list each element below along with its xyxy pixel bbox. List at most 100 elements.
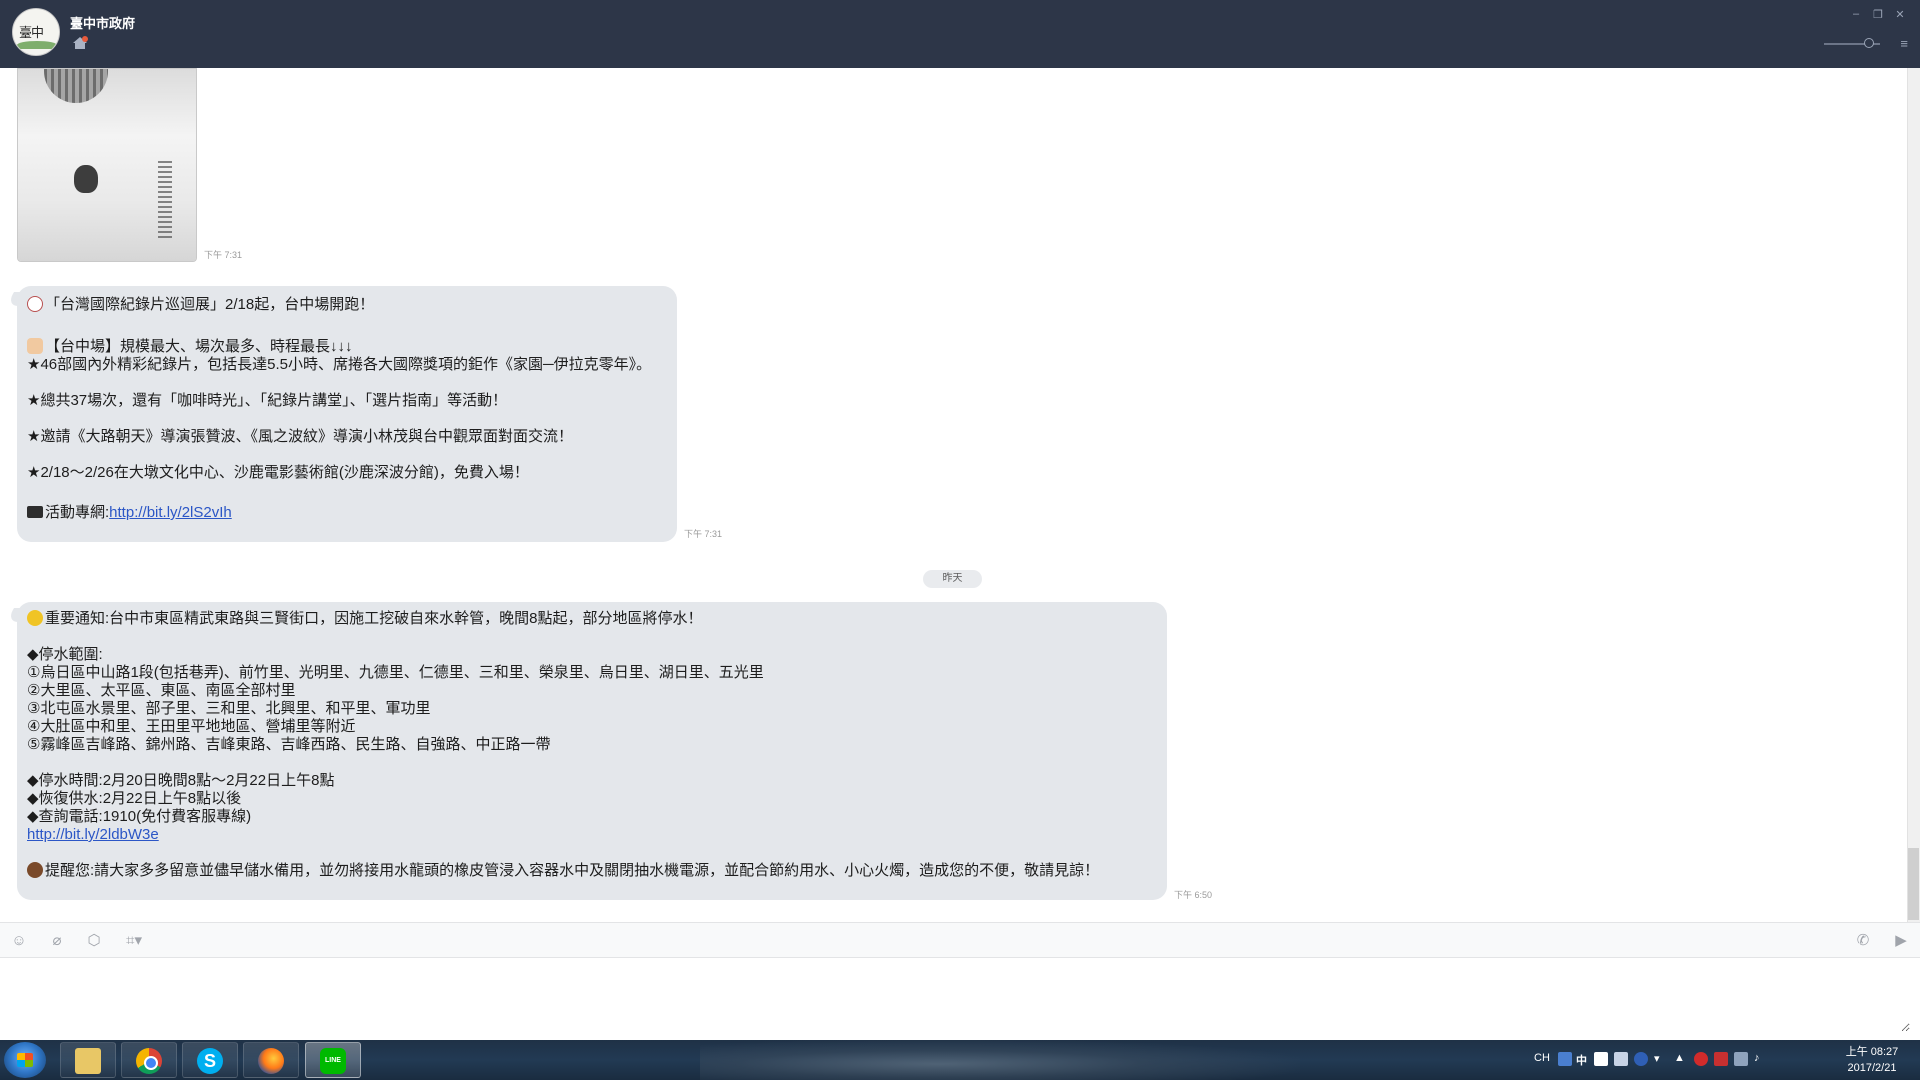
chat-title: 臺中市政府 [70, 16, 136, 31]
message-line: ③北屯區水景里、部子里、三和里、北興里、和平里、軍功里 [27, 700, 431, 717]
home-icon[interactable] [72, 36, 88, 50]
message-line: 重要通知:台中市東區精武東路與三賢街口，因施工挖破自來水幹管，晚間8點起，部分地… [27, 610, 1157, 628]
message-line: 「台灣國際紀錄片巡迴展」2/18起，台中場開跑！ [27, 296, 667, 314]
emoji-icon[interactable]: ☺ [10, 932, 28, 950]
message-line: ④大肚區中和里、王田里平地地區、營埔里等附近 [27, 718, 356, 735]
title-bar: 臺中 臺中市政府 – ❐ ✕ ≡ [0, 0, 1920, 68]
ime-options-icon[interactable]: ▾ [1654, 1052, 1660, 1065]
chat-scrollbar[interactable] [1907, 68, 1920, 922]
poster-vertical-text [158, 161, 172, 241]
victory-emoji-icon [27, 296, 43, 312]
message-line: ⑤霧峰區吉峰路、錦州路、吉峰東路、吉峰西路、民生路、自強路、中正路一帶 [27, 736, 551, 753]
zoom-slider-knob[interactable] [1864, 38, 1874, 48]
message-bubble-documentary[interactable]: 「台灣國際紀錄片巡迴展」2/18起，台中場開跑！ 【台中場】規模最大、場次最多、… [17, 286, 677, 542]
taskbar-clock[interactable]: 上午 08:27 2017/2/21 [1836, 1044, 1908, 1076]
start-button[interactable] [4, 1042, 46, 1078]
lightbulb-emoji-icon [27, 610, 43, 626]
system-tray: CH 中 ▾ ▲ ♪ 上午 08:27 2017/2/21 [1520, 1040, 1920, 1080]
chat-avatar[interactable]: 臺中 [12, 8, 60, 56]
message-line: 活動專網:http://bit.ly/2lS2vIh [27, 504, 667, 522]
input-toolbar: ☺ ⌀ ⬡ ⌗▾ ✆ ▶ [0, 922, 1920, 958]
ime-fullwidth-icon[interactable] [1594, 1052, 1608, 1066]
call-icon[interactable]: ✆ [1854, 932, 1872, 950]
chat-history[interactable]: 下午 7:31 「台灣國際紀錄片巡迴展」2/18起，台中場開跑！ 【台中場】規模… [0, 68, 1920, 922]
event-website-link[interactable]: http://bit.ly/2lS2vIh [109, 504, 232, 521]
poster-image-message[interactable] [17, 68, 197, 262]
message-line: ◆停水範圍: [27, 646, 103, 663]
image-message-time: 下午 7:31 [204, 250, 243, 260]
action-center-flag-icon[interactable] [1714, 1052, 1728, 1066]
water-info-link[interactable]: http://bit.ly/2ldbW3e [27, 826, 159, 843]
screenshot-icon[interactable]: ⌗▾ [120, 932, 148, 950]
message-line: ①烏日區中山路1段(包括巷弄)、前竹里、光明里、九德里、仁德里、三和里、榮泉里、… [27, 664, 764, 681]
message-line: ★邀請《大路朝天》導演張贊波、《風之波紋》導演小林茂與台中觀眾面對面交流！ [27, 428, 573, 445]
message-input[interactable] [10, 966, 1910, 1032]
taskbar-background-art [700, 1040, 1300, 1080]
link-prefix: 活動專網: [45, 504, 110, 521]
windows-taskbar: S LINE CH 中 ▾ ▲ ♪ 上午 08:27 2017/2/21 [0, 1040, 1920, 1080]
ime-mode-icon[interactable] [1558, 1052, 1572, 1066]
message1-time: 下午 7:31 [684, 529, 723, 539]
date-separator: 昨天 [923, 570, 982, 588]
ime-keyboard-icon[interactable] [1614, 1052, 1628, 1066]
scrollbar-thumb[interactable] [1908, 848, 1919, 920]
folder-icon [75, 1048, 101, 1074]
minimize-icon[interactable]: – [1850, 8, 1862, 21]
windows-logo-icon [17, 1053, 33, 1067]
message-text: 「台灣國際紀錄片巡迴展」2/18起，台中場開跑！ [45, 296, 375, 313]
taskbar-app-explorer[interactable] [60, 1042, 116, 1078]
antivirus-icon[interactable] [1694, 1052, 1708, 1066]
taskbar-app-line[interactable]: LINE [305, 1042, 361, 1078]
show-hidden-icons-icon[interactable]: ▲ [1674, 1052, 1685, 1064]
language-indicator[interactable]: CH [1534, 1052, 1550, 1064]
firefox-icon [258, 1048, 284, 1074]
message-line: 【台中場】規模最大、場次最多、時程最長↓↓↓ [27, 338, 667, 356]
menu-icon[interactable]: ≡ [1900, 36, 1908, 51]
taskbar-app-skype[interactable]: S [182, 1042, 238, 1078]
avatar-logo-text: 臺中 [19, 26, 44, 41]
message-line: 提醒您:請大家多多留意並儘早儲水備用，並勿將接用水龍頭的橡皮管浸入容器水中及關閉… [27, 862, 1157, 880]
keep-icon[interactable]: ⬡ [85, 932, 103, 950]
clapperboard-emoji-icon [27, 506, 43, 518]
message-line: ◆恢復供水:2月22日上午8點以後 [27, 790, 242, 807]
attach-icon[interactable]: ⌀ [48, 932, 66, 950]
window-controls: – ❐ ✕ [1850, 8, 1906, 21]
chrome-icon [136, 1048, 162, 1074]
line-app-window: 臺中 臺中市政府 – ❐ ✕ ≡ 下午 7:31 「台灣國際紀錄片巡迴展」2/1… [0, 0, 1920, 1080]
thumbs-up-emoji-icon [27, 338, 43, 354]
message-text: 【台中場】規模最大、場次最多、時程最長↓↓↓ [45, 338, 353, 355]
message-line: http://bit.ly/2ldbW3e [27, 826, 1157, 844]
help-icon[interactable] [1634, 1052, 1648, 1066]
taskbar-app-firefox[interactable] [243, 1042, 299, 1078]
message-input-area [0, 958, 1920, 1040]
clock-time: 上午 08:27 [1845, 1046, 1899, 1058]
ime-chinese-indicator[interactable]: 中 [1576, 1052, 1587, 1068]
message-bubble-water-outage[interactable]: 重要通知:台中市東區精武東路與三賢街口，因施工挖破自來水幹管，晚間8點起，部分地… [17, 602, 1167, 900]
message-text: 提醒您:請大家多多留意並儘早儲水備用，並勿將接用水龍頭的橡皮管浸入容器水中及關閉… [45, 862, 1100, 879]
avatar-logo-hill [17, 41, 57, 49]
volume-icon[interactable]: ♪ [1754, 1052, 1760, 1064]
message-line: ◆停水時間:2月20日晚間8點～2月22日上午8點 [27, 772, 335, 789]
message-line: ★46部國內外精彩紀錄片，包括長達5.5小時、席捲各大國際獎項的鉅作《家園─伊拉… [27, 356, 652, 373]
line-icon: LINE [320, 1048, 346, 1074]
network-icon[interactable] [1734, 1052, 1748, 1066]
message-text: 重要通知:台中市東區精武東路與三賢街口，因施工挖破自來水幹管，晚間8點起，部分地… [45, 610, 703, 627]
taskbar-app-chrome[interactable] [121, 1042, 177, 1078]
bear-emoji-icon [27, 862, 43, 878]
close-icon[interactable]: ✕ [1894, 8, 1906, 21]
maximize-icon[interactable]: ❐ [1872, 8, 1884, 21]
clock-date: 2017/2/21 [1847, 1062, 1897, 1074]
send-icon[interactable]: ▶ [1892, 932, 1910, 950]
poster-bear [74, 165, 98, 193]
skype-icon: S [197, 1048, 223, 1074]
message-line: ★2/18～2/26在大墩文化中心、沙鹿電影藝術館(沙鹿深波分館)，免費入場！ [27, 464, 529, 481]
message-line: ◆查詢電話:1910(免付費客服專線) [27, 808, 252, 825]
